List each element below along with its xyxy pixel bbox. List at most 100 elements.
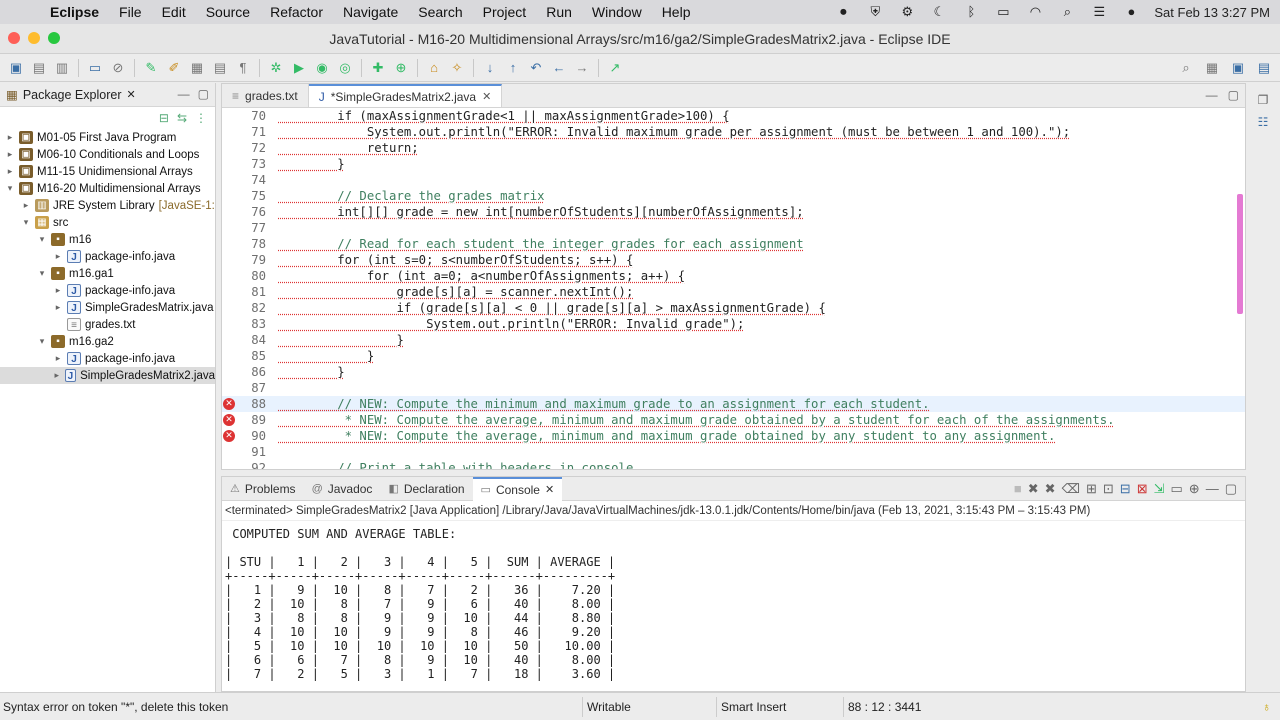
maximize-console-icon[interactable]: ▢ xyxy=(1225,481,1237,497)
code-editor[interactable]: 70 if (maxAssignmentGrade<1 || maxAssign… xyxy=(222,108,1245,469)
code-text[interactable]: // Read for each student the integer gra… xyxy=(272,236,1245,252)
chevron-right-icon[interactable]: ▸ xyxy=(52,353,64,364)
skip-breakpoints-icon[interactable]: ⊘ xyxy=(108,58,128,78)
new-class-icon[interactable]: ⊕ xyxy=(391,58,411,78)
maximize-view-icon[interactable]: ▢ xyxy=(198,87,209,101)
terminal-icon[interactable]: ▭ xyxy=(85,58,105,78)
editor-tab[interactable]: J *SimpleGradesMatrix2.java ✕ xyxy=(308,84,503,107)
menu-file[interactable]: File xyxy=(109,4,152,20)
code-text[interactable]: for (int a=0; a<numberOfAssignments; a++… xyxy=(272,268,1245,284)
restore-icon[interactable]: ❐ xyxy=(1258,93,1269,107)
code-text[interactable]: * NEW: Compute the average, minimum and … xyxy=(272,428,1245,444)
pin-editor-icon[interactable]: ↗ xyxy=(605,58,625,78)
code-text[interactable]: return; xyxy=(272,140,1245,156)
save-icon[interactable]: ▤ xyxy=(29,58,49,78)
record-icon[interactable]: ⏺ xyxy=(834,5,852,19)
siri-icon[interactable]: ● xyxy=(1122,5,1140,19)
tab-console[interactable]: ▭ Console ✕ xyxy=(472,476,563,501)
menu-window[interactable]: Window xyxy=(582,4,652,20)
chevron-down-icon[interactable]: ▾ xyxy=(36,234,48,245)
chevron-down-icon[interactable]: ▾ xyxy=(36,336,48,347)
tree-item[interactable]: ▾ ▪ m16.ga2 xyxy=(0,333,215,350)
debug-icon[interactable]: ✲ xyxy=(266,58,286,78)
tree-item[interactable]: ≡ grades.txt xyxy=(0,316,215,333)
code-text[interactable]: * NEW: Compute the average, minimum and … xyxy=(272,412,1245,428)
status-insert-mode[interactable]: Smart Insert xyxy=(721,700,786,714)
error-marker-icon[interactable]: ✕ xyxy=(223,414,235,426)
code-text[interactable]: if (grade[s][a] < 0 || grade[s][a] > max… xyxy=(272,300,1245,316)
chevron-right-icon[interactable]: ▸ xyxy=(4,149,16,160)
chevron-right-icon[interactable]: ▸ xyxy=(20,200,32,211)
chevron-down-icon[interactable]: ▾ xyxy=(4,183,16,194)
code-text[interactable]: } xyxy=(272,156,1245,172)
minimize-view-icon[interactable]: — xyxy=(178,87,190,101)
minimize-console-icon[interactable]: — xyxy=(1206,481,1219,497)
code-text[interactable] xyxy=(272,444,1245,460)
link-with-editor-icon[interactable]: ⇆ xyxy=(177,111,187,125)
code-text[interactable]: grade[s][a] = scanner.nextInt(); xyxy=(272,284,1245,300)
display-console-icon[interactable]: ▭ xyxy=(1171,481,1183,497)
tree-item[interactable]: ▸ ▣ M01-05 First Java Program xyxy=(0,129,215,146)
collapse-all-icon[interactable]: ⊟ xyxy=(159,111,169,125)
wifi-icon[interactable]: ◠ xyxy=(1026,5,1044,19)
close-view-icon[interactable]: ✕ xyxy=(126,88,135,101)
code-text[interactable] xyxy=(272,220,1245,236)
new-java-project-icon[interactable]: ✚ xyxy=(368,58,388,78)
close-tab-icon[interactable]: ✕ xyxy=(545,483,554,496)
save-all-icon[interactable]: ▥ xyxy=(52,58,72,78)
shield-icon[interactable]: ⛨ xyxy=(866,5,884,19)
menu-search[interactable]: Search xyxy=(408,4,472,20)
forward-icon[interactable]: → xyxy=(572,58,592,78)
code-text[interactable]: } xyxy=(272,348,1245,364)
chevron-right-icon[interactable]: ▸ xyxy=(52,251,64,262)
word-wrap-icon[interactable]: ▤ xyxy=(210,58,230,78)
code-text[interactable]: } xyxy=(272,364,1245,380)
tree-item[interactable]: ▸ Jpackage-info.java xyxy=(0,248,215,265)
menu-help[interactable]: Help xyxy=(652,4,701,20)
tree-item[interactable]: ▾ ▦ src xyxy=(0,214,215,231)
view-menu-icon[interactable]: ⋮ xyxy=(195,111,207,125)
code-text[interactable]: } xyxy=(272,332,1245,348)
open-type-icon[interactable]: ⌂ xyxy=(424,58,444,78)
external-tools-icon[interactable]: ◎ xyxy=(335,58,355,78)
block-selection-icon[interactable]: ▦ xyxy=(187,58,207,78)
error-marker-icon[interactable]: ✕ xyxy=(223,430,235,442)
toggle-mark-occurrences-icon[interactable]: ✎ xyxy=(141,58,161,78)
code-text[interactable]: int[][] grade = new int[numberOfStudents… xyxy=(272,204,1245,220)
terminate-icon[interactable]: ■ xyxy=(1014,481,1022,497)
open-perspective-icon[interactable]: ▦ xyxy=(1202,58,1222,78)
word-wrap-console-icon[interactable]: ⊡ xyxy=(1103,481,1114,497)
minimize-editor-icon[interactable]: — xyxy=(1206,88,1218,102)
open-console-icon[interactable]: ⊕ xyxy=(1189,481,1200,497)
code-text[interactable]: System.out.println("ERROR: Invalid maxim… xyxy=(272,124,1245,140)
editor-tab[interactable]: ≡ grades.txt xyxy=(222,84,309,107)
chevron-right-icon[interactable]: ▸ xyxy=(52,370,62,381)
code-text[interactable]: // Declare the grades matrix xyxy=(272,188,1245,204)
menu-edit[interactable]: Edit xyxy=(152,4,196,20)
menu-source[interactable]: Source xyxy=(196,4,260,20)
code-text[interactable] xyxy=(272,172,1245,188)
tree-item[interactable]: ▸ ▣ M11-15 Unidimensional Arrays xyxy=(0,163,215,180)
previous-annotation-icon[interactable]: ↑ xyxy=(503,58,523,78)
open-task-icon[interactable]: ✧ xyxy=(447,58,467,78)
overview-ruler-marker[interactable] xyxy=(1237,194,1243,314)
menubar-clock[interactable]: Sat Feb 13 3:27 PM xyxy=(1154,5,1270,20)
maximize-editor-icon[interactable]: ▢ xyxy=(1228,88,1239,102)
tree-item[interactable]: ▸ Jpackage-info.java xyxy=(0,282,215,299)
menu-run[interactable]: Run xyxy=(536,4,582,20)
code-text[interactable]: // Print a table with headers in console xyxy=(272,460,1245,469)
package-explorer-title[interactable]: Package Explorer xyxy=(23,88,122,102)
chevron-down-icon[interactable]: ▾ xyxy=(20,217,32,228)
chevron-down-icon[interactable]: ▾ xyxy=(36,268,48,279)
tree-item[interactable]: ▾ ▪ m16.ga1 xyxy=(0,265,215,282)
run-icon[interactable]: ▶ xyxy=(289,58,309,78)
control-center-icon[interactable]: ☰ xyxy=(1090,5,1108,19)
show-console-stdout-icon[interactable]: ⊟ xyxy=(1120,481,1131,497)
code-text[interactable] xyxy=(272,380,1245,396)
menu-project[interactable]: Project xyxy=(473,4,537,20)
back-icon[interactable]: ← xyxy=(549,58,569,78)
debug-perspective-icon[interactable]: ▤ xyxy=(1254,58,1274,78)
outline-icon[interactable]: ☷ xyxy=(1258,115,1269,129)
menu-navigate[interactable]: Navigate xyxy=(333,4,408,20)
last-edit-location-icon[interactable]: ↶ xyxy=(526,58,546,78)
